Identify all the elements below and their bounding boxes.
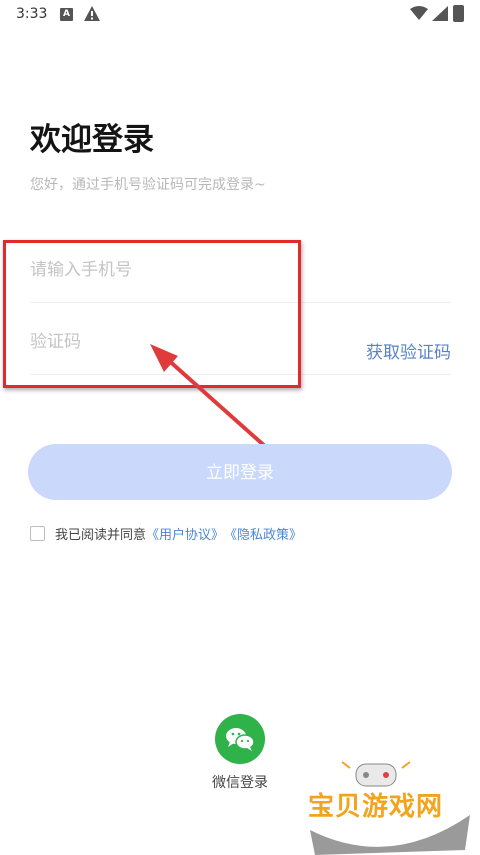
wechat-icon [226,728,255,751]
agreement-text: 我已阅读并同意 [55,528,147,543]
login-button[interactable]: 立即登录 [28,444,452,500]
agree-checkbox[interactable] [30,526,45,541]
watermark-text: 宝贝游戏网 [308,792,444,822]
user-agreement-link[interactable]: 《用户协议》 [146,524,224,543]
wechat-login-label: 微信登录 [212,775,268,791]
watermark-logo: 宝贝游戏网 baobeiy.com [300,760,480,855]
wechat-login-button[interactable] [215,714,265,764]
agreement-row: 我已阅读并同意 《用户协议》 《隐私政策》 [30,524,302,543]
privacy-policy-link[interactable]: 《隐私政策》 [224,524,302,543]
watermark-domain: baobeiy.com [330,820,406,834]
